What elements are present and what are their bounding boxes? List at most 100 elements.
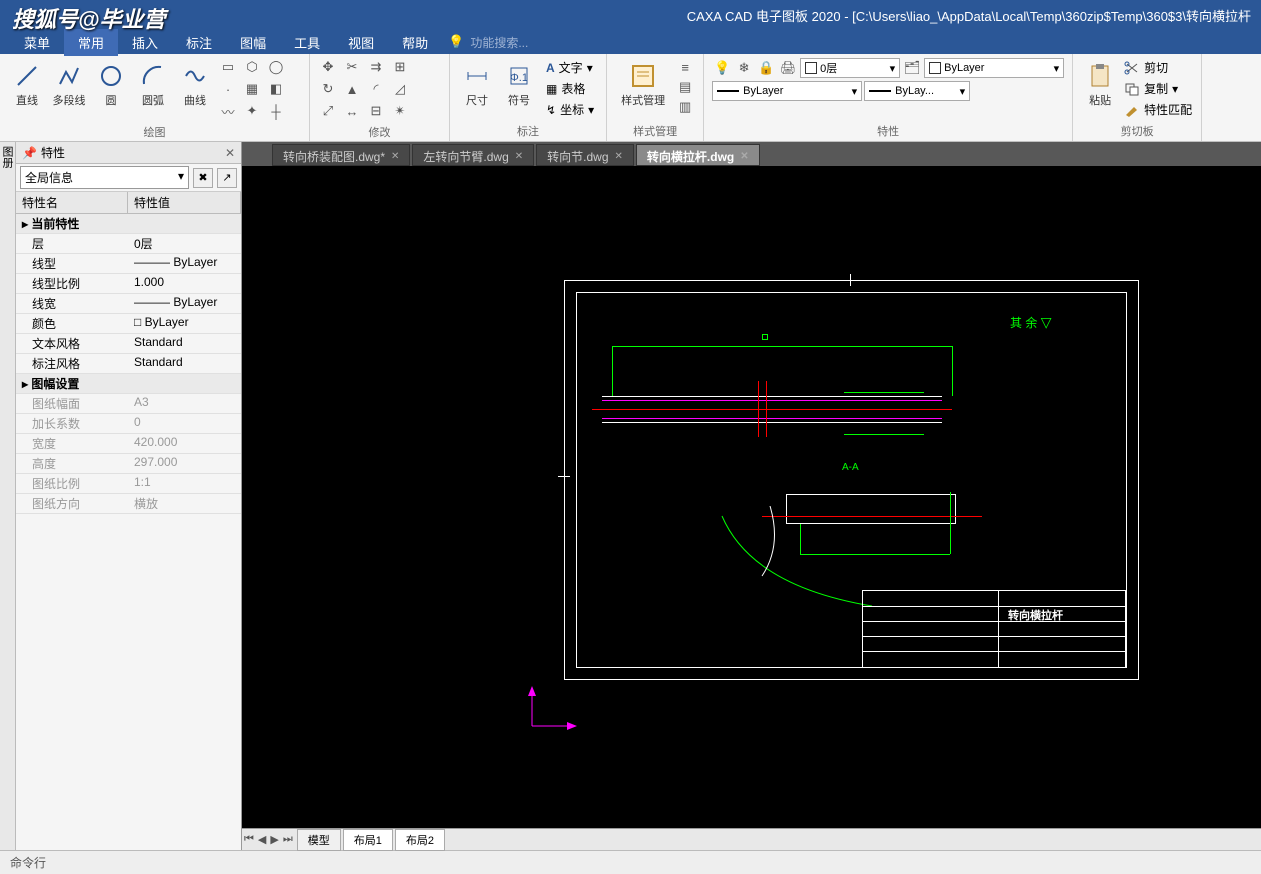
menu-frame[interactable]: 图幅 <box>226 29 280 56</box>
layer-tool1-icon[interactable]: 💡 <box>712 59 732 77</box>
doc-tab-0[interactable]: 转向桥装配图.dwg*✕ <box>272 144 410 166</box>
layer-tool2-icon[interactable]: ❄ <box>734 59 754 77</box>
pin-icon[interactable]: 📌 <box>22 146 37 160</box>
command-line-label[interactable]: 命令行 <box>10 854 46 871</box>
layer-mgr-icon[interactable]: 🗂 <box>902 59 922 77</box>
block-icon[interactable]: ◧ <box>266 80 286 98</box>
rotate-icon[interactable]: ↻ <box>318 80 338 98</box>
first-tab-button[interactable]: ⏮ <box>242 833 256 846</box>
prop-row[interactable]: 线宽——— ByLayer <box>16 294 241 314</box>
spline-button[interactable]: 曲线 <box>176 58 214 108</box>
layout2-tab[interactable]: 布局2 <box>395 829 445 851</box>
info-scope-combo[interactable]: 全局信息▾ <box>20 166 189 189</box>
trim-icon[interactable]: ✂ <box>342 58 362 76</box>
move-icon[interactable]: ✥ <box>318 58 338 76</box>
match-button[interactable]: 特性匹配 <box>1123 100 1193 119</box>
fillet-icon[interactable]: ◜ <box>366 80 386 98</box>
close-tab-icon[interactable]: ✕ <box>515 151 523 162</box>
text-button[interactable]: A文字▾ <box>542 58 598 77</box>
prop-pick-button[interactable]: ↗ <box>217 168 237 188</box>
prop-row[interactable]: 图纸方向横放 <box>16 494 241 514</box>
prop-row[interactable]: 线型比例1.000 <box>16 274 241 294</box>
style2-icon[interactable]: ▤ <box>675 78 695 96</box>
star-icon[interactable]: ✦ <box>242 102 262 120</box>
prop-row[interactable]: 颜色□ ByLayer <box>16 314 241 334</box>
search-input[interactable]: 功能搜索... <box>470 34 528 51</box>
dim-button[interactable]: 尺寸 <box>458 58 496 108</box>
layer-tool4-icon[interactable]: 🖨 <box>778 59 798 77</box>
hatch-icon[interactable]: ▦ <box>242 80 262 98</box>
menu-view[interactable]: 视图 <box>334 29 388 56</box>
ellipse-icon[interactable]: ◯ <box>266 58 286 76</box>
menu-help[interactable]: 帮助 <box>388 29 442 56</box>
style-group-label: 样式管理 <box>615 121 695 141</box>
style3-icon[interactable]: ▥ <box>675 98 695 116</box>
color-combo[interactable]: ByLayer▾ <box>924 58 1064 78</box>
prop-row[interactable]: 图纸幅面A3 <box>16 394 241 414</box>
chamfer-icon[interactable]: ◿ <box>390 80 410 98</box>
paste-button[interactable]: 粘贴 <box>1081 58 1119 108</box>
dim-ext <box>612 346 613 396</box>
stretch-icon[interactable]: ↔ <box>342 102 362 120</box>
svg-text:Φ.1: Φ.1 <box>510 72 528 84</box>
layout1-tab[interactable]: 布局1 <box>343 829 393 851</box>
linetype-combo[interactable]: ByLayer▾ <box>712 81 862 101</box>
mirror-icon[interactable]: ▲ <box>342 80 362 98</box>
modify-group-label: 修改 <box>318 122 441 142</box>
prop-row[interactable]: 文本风格Standard <box>16 334 241 354</box>
ribbon-group-properties: 💡 ❄ 🔒 🖨 0层▾ 🗂 ByLayer▾ ByLayer▾ ByLay...… <box>704 54 1073 141</box>
title-block: 转向横拉杆 <box>862 590 1126 668</box>
left-tab-library[interactable]: 图册 <box>0 142 16 850</box>
table-button[interactable]: ▦表格 <box>542 79 598 98</box>
doc-tab-1[interactable]: 左转向节臂.dwg✕ <box>412 144 534 166</box>
prop-row[interactable]: 图纸比例1:1 <box>16 474 241 494</box>
prop-filter-button[interactable]: ✖ <box>193 168 213 188</box>
explode-icon[interactable]: ✴ <box>390 102 410 120</box>
prop-section[interactable]: ▸ 图幅设置 <box>16 374 241 394</box>
prop-row[interactable]: 线型——— ByLayer <box>16 254 241 274</box>
part-edge <box>602 418 942 419</box>
coord-button[interactable]: ↯坐标▾ <box>542 100 598 119</box>
centerline-icon[interactable]: ┼ <box>266 102 286 120</box>
wave-icon[interactable]: 〰 <box>218 102 238 120</box>
model-tab[interactable]: 模型 <box>297 829 341 851</box>
style-manager-button[interactable]: 样式管理 <box>615 58 671 108</box>
ribbon-group-modify: ✥ ✂ ⇉ ⊞ ↻ ▲ ◜ ◿ ⤢ ↔ ⊟ ✴ 修改 <box>310 54 450 141</box>
arc-button[interactable]: 圆弧 <box>134 58 172 108</box>
close-tab-icon[interactable]: ✕ <box>391 151 399 162</box>
prop-section[interactable]: ▸ 当前特性 <box>16 214 241 234</box>
point-icon[interactable]: · <box>218 80 238 98</box>
copy-button[interactable]: 复制▾ <box>1123 79 1193 98</box>
break-icon[interactable]: ⊟ <box>366 102 386 120</box>
close-panel-button[interactable]: ✕ <box>225 146 235 160</box>
next-tab-button[interactable]: ▶ <box>268 833 280 846</box>
layer-tool3-icon[interactable]: 🔒 <box>756 59 776 77</box>
close-tab-icon[interactable]: ✕ <box>615 151 623 162</box>
symbol-button[interactable]: Φ.1符号 <box>500 58 538 108</box>
line-button[interactable]: 直线 <box>8 58 46 108</box>
menu-tools[interactable]: 工具 <box>280 29 334 56</box>
style1-icon[interactable]: ≡ <box>675 58 695 76</box>
drawing-canvas[interactable]: A-A 其 余 ▽ 转向横拉杆 <box>242 166 1261 828</box>
offset-icon[interactable]: ⇉ <box>366 58 386 76</box>
last-tab-button[interactable]: ⏭ <box>281 833 295 846</box>
polyline-button[interactable]: 多段线 <box>50 58 88 108</box>
prop-row[interactable]: 层0层 <box>16 234 241 254</box>
lineweight-combo[interactable]: ByLay...▾ <box>864 81 970 101</box>
array-icon[interactable]: ⊞ <box>390 58 410 76</box>
prop-row[interactable]: 加长系数0 <box>16 414 241 434</box>
doc-tab-3[interactable]: 转向横拉杆.dwg✕ <box>636 144 760 166</box>
prop-row[interactable]: 标注风格Standard <box>16 354 241 374</box>
layer-combo[interactable]: 0层▾ <box>800 58 900 78</box>
circle-button[interactable]: 圆 <box>92 58 130 108</box>
close-tab-icon[interactable]: ✕ <box>740 151 748 162</box>
prop-row[interactable]: 宽度420.000 <box>16 434 241 454</box>
rect-icon[interactable]: ▭ <box>218 58 238 76</box>
polygon-icon[interactable]: ⬡ <box>242 58 262 76</box>
prop-row[interactable]: 高度297.000 <box>16 454 241 474</box>
prev-tab-button[interactable]: ◀ <box>256 833 268 846</box>
doc-tab-2[interactable]: 转向节.dwg✕ <box>536 144 634 166</box>
cut-button[interactable]: 剪切 <box>1123 58 1193 77</box>
menu-annotate[interactable]: 标注 <box>172 29 226 56</box>
scale-icon[interactable]: ⤢ <box>318 102 338 120</box>
